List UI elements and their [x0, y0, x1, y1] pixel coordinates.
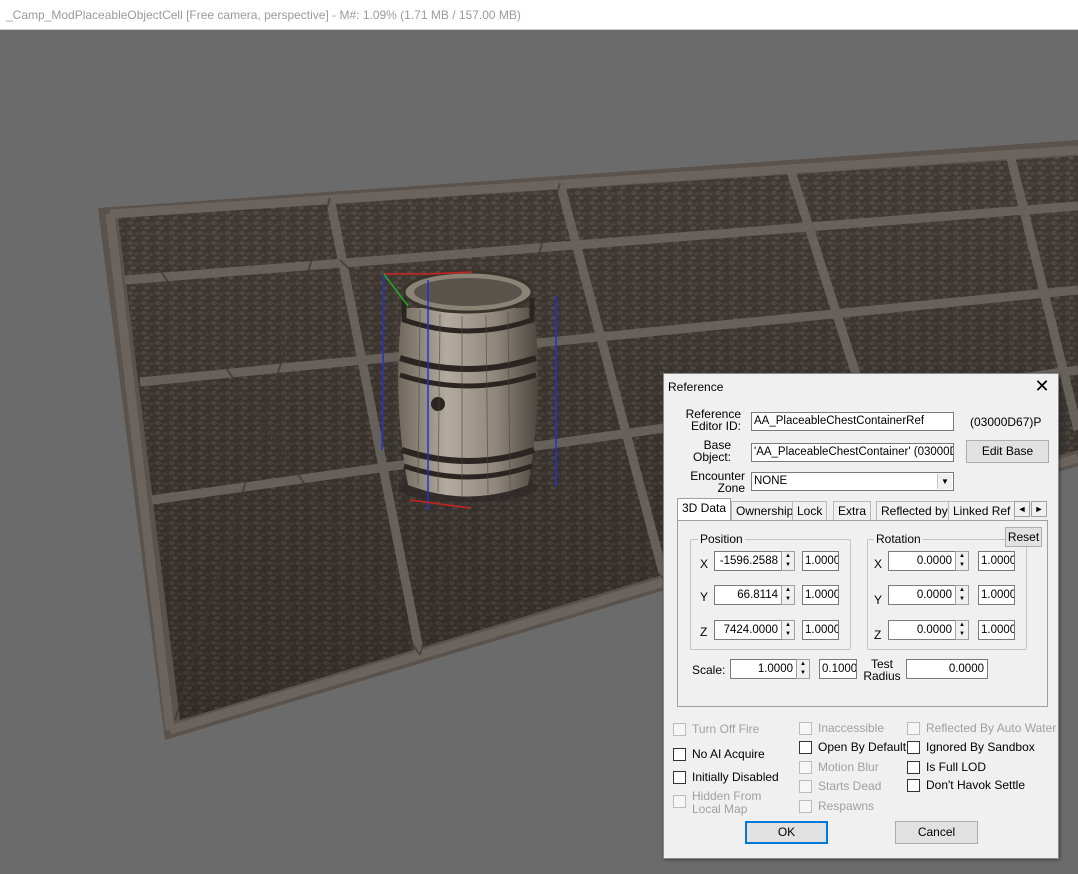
rotation-y-input[interactable]: 0.0000 — [888, 585, 956, 605]
scale-input[interactable]: 1.0000 — [730, 659, 797, 679]
test-radius-label: Test Radius — [863, 657, 901, 683]
position-x-spinner[interactable]: ▲ ▼ — [781, 551, 795, 571]
scale-label: Scale: — [692, 663, 726, 677]
position-y-input[interactable]: 66.8114 — [714, 585, 782, 605]
position-z-label: Z — [700, 625, 708, 639]
position-y-label: Y — [700, 590, 709, 604]
tab-scroll-right-icon[interactable]: ► — [1031, 501, 1047, 517]
rotation-x-spinner[interactable]: ▲ ▼ — [955, 551, 969, 571]
ref-editor-id-input[interactable]: AA_PlaceableChestContainerRef — [751, 412, 954, 431]
position-group-title: Position — [698, 532, 745, 546]
tab-extra[interactable]: Extra — [833, 501, 872, 521]
tab-reflected-by[interactable]: Reflected by — [876, 501, 953, 521]
edit-base-button[interactable]: Edit Base — [966, 440, 1049, 463]
close-icon[interactable]: ✕ — [1032, 376, 1052, 398]
scale-spinner[interactable]: ▲ ▼ — [796, 659, 810, 679]
rotation-x-step-input[interactable]: 1.0000 — [978, 551, 1015, 571]
ok-button[interactable]: OK — [745, 821, 828, 844]
rotation-z-label: Z — [874, 628, 882, 642]
position-x-step-input[interactable]: 1.0000 — [802, 551, 839, 571]
rotation-z-input[interactable]: 0.0000 — [888, 620, 956, 640]
rotation-x-label: X — [874, 557, 883, 571]
rotation-x-input[interactable]: 0.0000 — [888, 551, 956, 571]
encounter-zone-label: Encounter Zone — [690, 469, 745, 495]
rotation-z-step-input[interactable]: 1.0000 — [978, 620, 1015, 640]
rotation-y-step-input[interactable]: 1.0000 — [978, 585, 1015, 605]
position-z-input[interactable]: 7424.0000 — [714, 620, 782, 640]
chevron-down-icon[interactable]: ▼ — [937, 474, 952, 489]
cancel-button[interactable]: Cancel — [895, 821, 978, 844]
tab-ownership[interactable]: Ownership — [731, 501, 799, 521]
position-x-input[interactable]: -1596.2588 — [714, 551, 782, 571]
position-y-step-input[interactable]: 1.0000 — [802, 585, 839, 605]
form-id-label: (03000D67)P — [970, 415, 1042, 429]
base-object-field: 'AA_PlaceableChestContainer' (03000D66) — [751, 443, 954, 462]
encounter-zone-select[interactable]: NONE ▼ — [751, 472, 954, 491]
scale-step-input[interactable]: 0.1000 — [819, 659, 857, 679]
position-z-spinner[interactable]: ▲ ▼ — [781, 620, 795, 640]
window-title: _Camp_ModPlaceableObjectCell [Free camer… — [6, 8, 521, 22]
tab-scroll-left-icon[interactable]: ◄ — [1014, 501, 1030, 517]
position-z-step-input[interactable]: 1.0000 — [802, 620, 839, 640]
tab-lock[interactable]: Lock — [792, 501, 828, 521]
tab-3d-data[interactable]: 3D Data — [677, 498, 732, 522]
test-radius-input[interactable]: 0.0000 — [906, 659, 988, 679]
rotation-z-spinner[interactable]: ▲ ▼ — [955, 620, 969, 640]
window-titlebar: _Camp_ModPlaceableObjectCell [Free camer… — [0, 0, 1078, 30]
position-x-label: X — [700, 557, 709, 571]
rotation-group-title: Rotation — [874, 532, 923, 546]
rotation-y-spinner[interactable]: ▲ ▼ — [955, 585, 969, 605]
dialog-title: Reference — [668, 380, 724, 394]
reset-rotation-button[interactable]: Reset — [1005, 527, 1042, 547]
position-y-spinner[interactable]: ▲ ▼ — [781, 585, 795, 605]
base-object-label: Base Object: — [692, 438, 731, 464]
ref-editor-id-label: Reference Editor ID: — [685, 407, 741, 433]
tab-linked-ref[interactable]: Linked Ref — [948, 501, 1016, 521]
rotation-y-label: Y — [874, 593, 883, 607]
